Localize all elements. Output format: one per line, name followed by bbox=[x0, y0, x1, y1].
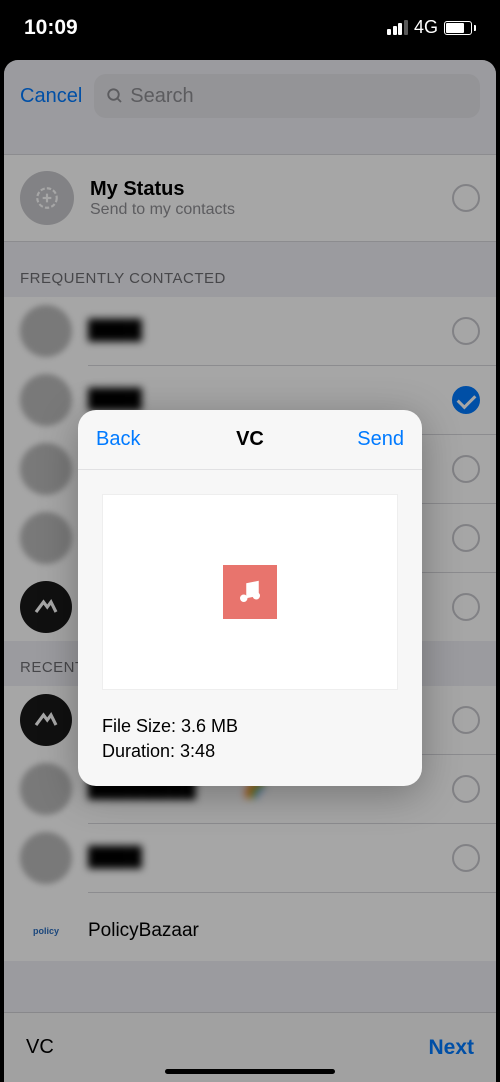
status-indicators: 4G bbox=[387, 17, 476, 38]
signal-icon bbox=[387, 20, 408, 35]
phone-frame: 10:09 4G Cancel Search bbox=[0, 0, 500, 1082]
modal-header: Back VC Send bbox=[78, 410, 422, 470]
battery-icon bbox=[444, 21, 476, 35]
status-bar: 10:09 4G bbox=[0, 0, 500, 55]
send-button[interactable]: Send bbox=[357, 428, 404, 451]
network-label: 4G bbox=[414, 17, 438, 38]
status-time: 10:09 bbox=[24, 16, 78, 40]
file-size-label: File Size: bbox=[102, 716, 181, 736]
duration-value: 3:48 bbox=[180, 741, 215, 761]
file-metadata: File Size: 3.6 MB Duration: 3:48 bbox=[78, 714, 422, 786]
music-icon bbox=[223, 565, 277, 619]
home-indicator[interactable] bbox=[165, 1069, 335, 1074]
file-size-value: 3.6 MB bbox=[181, 716, 238, 736]
file-preview-modal: Back VC Send File Size: 3.6 MB Duration:… bbox=[78, 410, 422, 786]
duration-label: Duration: bbox=[102, 741, 180, 761]
file-preview-area bbox=[102, 494, 398, 690]
